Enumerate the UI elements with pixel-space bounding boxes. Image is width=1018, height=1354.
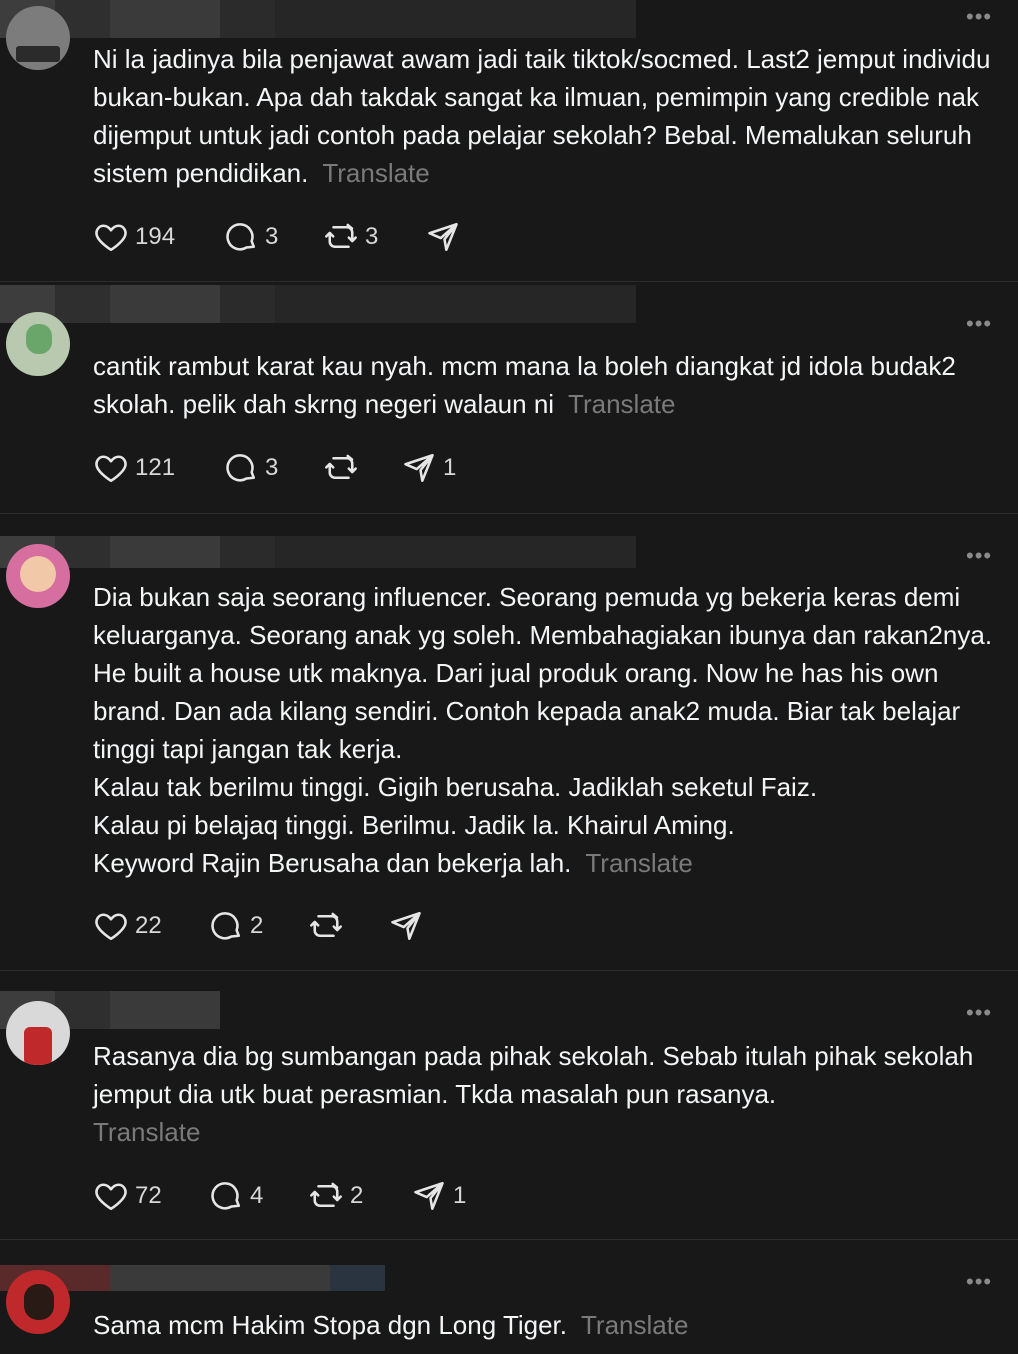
repost-icon — [323, 450, 359, 486]
share-button[interactable] — [388, 906, 430, 946]
username-redacted — [0, 285, 636, 323]
heart-icon — [93, 219, 129, 255]
translate-link[interactable]: Translate — [568, 389, 675, 419]
share-button[interactable]: 1 — [401, 448, 456, 488]
translate-link[interactable]: Translate — [322, 158, 429, 188]
post-text: cantik rambut karat kau nyah. mcm mana l… — [93, 347, 993, 423]
share-count: 1 — [443, 454, 457, 481]
more-icon[interactable]: ••• — [966, 1002, 994, 1024]
post-5: ••• Sama mcm Hakim Stopa dgn Long Tiger.… — [0, 1240, 1018, 1354]
like-count: 72 — [135, 1182, 162, 1209]
post-body: Dia bukan saja seorang influencer. Seora… — [93, 582, 993, 878]
comment-icon — [208, 1178, 244, 1214]
send-icon — [401, 450, 437, 486]
send-icon — [388, 908, 424, 944]
post-text: Ni la jadinya bila penjawat awam jadi ta… — [93, 40, 993, 192]
reply-button[interactable]: 3 — [223, 217, 278, 257]
reply-button[interactable]: 3 — [223, 448, 278, 488]
avatar[interactable] — [6, 1001, 70, 1065]
post-2: ••• cantik rambut karat kau nyah. mcm ma… — [0, 282, 1018, 513]
repost-count: 2 — [350, 1182, 364, 1209]
like-count: 22 — [135, 912, 162, 939]
repost-count: 3 — [365, 223, 379, 250]
post-text: Dia bukan saja seorang influencer. Seora… — [93, 578, 993, 882]
share-button[interactable] — [425, 217, 467, 257]
post-body: Ni la jadinya bila penjawat awam jadi ta… — [93, 44, 998, 188]
reply-count: 3 — [265, 454, 279, 481]
username-redacted — [0, 536, 636, 568]
repost-button[interactable] — [308, 906, 350, 946]
username-redacted — [0, 0, 636, 38]
translate-link[interactable]: Translate — [581, 1310, 688, 1340]
like-count: 121 — [135, 454, 176, 481]
reply-count: 2 — [250, 912, 264, 939]
heart-icon — [93, 908, 129, 944]
post-4: ••• Rasanya dia bg sumbangan pada pihak … — [0, 971, 1018, 1239]
translate-link[interactable]: Translate — [585, 848, 692, 878]
more-icon[interactable]: ••• — [966, 6, 994, 28]
send-icon — [425, 219, 461, 255]
post-body: Rasanya dia bg sumbangan pada pihak seko… — [93, 1041, 981, 1109]
avatar[interactable] — [6, 312, 70, 376]
like-button[interactable]: 22 — [93, 906, 162, 946]
repost-icon — [323, 219, 359, 255]
comment-icon — [223, 219, 259, 255]
post-text: Sama mcm Hakim Stopa dgn Long Tiger. Tra… — [93, 1306, 993, 1344]
like-button[interactable]: 72 — [93, 1176, 162, 1216]
reply-button[interactable]: 4 — [208, 1176, 263, 1216]
share-count: 1 — [453, 1182, 467, 1209]
post-text: Rasanya dia bg sumbangan pada pihak seko… — [93, 1037, 993, 1151]
more-icon[interactable]: ••• — [966, 313, 994, 335]
share-button[interactable]: 1 — [411, 1176, 466, 1216]
translate-link[interactable]: Translate — [93, 1117, 200, 1147]
repost-button[interactable]: 2 — [308, 1176, 363, 1216]
avatar[interactable] — [6, 6, 70, 70]
comment-icon — [223, 450, 259, 486]
send-icon — [411, 1178, 447, 1214]
like-count: 194 — [135, 223, 176, 250]
post-body: cantik rambut karat kau nyah. mcm mana l… — [93, 351, 964, 419]
more-icon[interactable]: ••• — [966, 545, 994, 567]
heart-icon — [93, 450, 129, 486]
like-button[interactable]: 194 — [93, 217, 175, 257]
reply-button[interactable]: 2 — [208, 906, 263, 946]
repost-icon — [308, 1178, 344, 1214]
reply-count: 3 — [265, 223, 279, 250]
repost-icon — [308, 908, 344, 944]
avatar[interactable] — [6, 1270, 70, 1334]
comment-icon — [208, 908, 244, 944]
repost-button[interactable]: 3 — [323, 217, 378, 257]
post-1: ••• Ni la jadinya bila penjawat awam jad… — [0, 0, 1018, 281]
reply-count: 4 — [250, 1182, 264, 1209]
post-3: ••• Dia bukan saja seorang influencer. S… — [0, 514, 1018, 970]
avatar[interactable] — [6, 544, 70, 608]
repost-button[interactable] — [323, 448, 365, 488]
post-body: Sama mcm Hakim Stopa dgn Long Tiger. — [93, 1310, 568, 1340]
more-icon[interactable]: ••• — [966, 1271, 994, 1293]
heart-icon — [93, 1178, 129, 1214]
like-button[interactable]: 121 — [93, 448, 175, 488]
